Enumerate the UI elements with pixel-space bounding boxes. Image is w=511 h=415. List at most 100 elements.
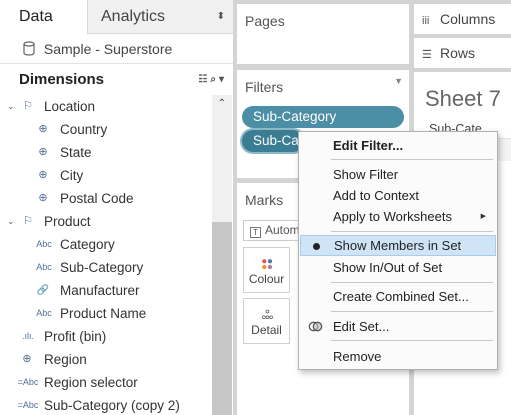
collapse-caret-icon[interactable]: ⌄ bbox=[7, 210, 15, 233]
tree-item-city[interactable]: ⊕ City bbox=[0, 164, 212, 187]
hierarchy-icon: ⚐ bbox=[23, 215, 33, 227]
colour-button[interactable]: Colour bbox=[243, 247, 290, 293]
hierarchy-icon: ⚐ bbox=[23, 100, 33, 112]
menu-item-apply-to-worksheets[interactable]: Apply to Worksheets ▶ bbox=[300, 206, 496, 227]
tree-item-sub-category[interactable]: Abc Sub-Category bbox=[0, 256, 212, 279]
mark-type-label: Autom bbox=[265, 223, 300, 237]
tree-item-label: Region bbox=[44, 352, 87, 367]
bin-icon: .ılı. bbox=[21, 331, 34, 341]
tree-item-region-selector[interactable]: =Abc Region selector bbox=[0, 371, 212, 394]
tree-item-product[interactable]: ⌄ ⚐ Product bbox=[0, 210, 212, 233]
chevron-down-icon[interactable]: ▾ bbox=[219, 74, 227, 85]
tree-item-label: Country bbox=[60, 122, 108, 137]
menu-item-create-combined-set[interactable]: Create Combined Set... bbox=[300, 286, 496, 307]
menu-item-show-members-in-set[interactable]: Show Members in Set bbox=[300, 235, 496, 256]
string-icon: Abc bbox=[36, 262, 52, 272]
menu-separator bbox=[331, 340, 493, 341]
datasource-name: Sample - Superstore bbox=[43, 41, 173, 57]
menu-separator bbox=[331, 231, 493, 232]
set-icon bbox=[308, 321, 323, 332]
globe-icon: ⊕ bbox=[38, 192, 48, 204]
tree-item-state[interactable]: ⊕ State bbox=[0, 141, 212, 164]
tree-item-label: Region selector bbox=[44, 375, 138, 390]
globe-icon: ⊕ bbox=[38, 169, 48, 181]
tree-item-country[interactable]: ⊕ Country bbox=[0, 118, 212, 141]
tree-item-location[interactable]: ⌄ ⚐ Location bbox=[0, 95, 212, 118]
tree-item-sub-category-copy-2[interactable]: =Abc Sub-Category (copy 2) bbox=[0, 394, 212, 415]
columns-icon: iii bbox=[422, 15, 430, 27]
group-icon: 🔗 bbox=[36, 285, 50, 296]
globe-icon: ⊕ bbox=[38, 146, 48, 158]
dimensions-title: Dimensions bbox=[19, 71, 105, 88]
rows-label: Rows bbox=[440, 45, 476, 61]
tree-item-label: Location bbox=[44, 99, 96, 114]
sheet-title: Sheet 7 bbox=[425, 86, 501, 111]
detail-icon bbox=[262, 309, 273, 320]
tree-item-product-name[interactable]: Abc Product Name bbox=[0, 302, 212, 325]
columns-shelf[interactable]: iii Columns bbox=[414, 4, 511, 34]
scroll-up-icon[interactable]: ⌃ bbox=[212, 95, 232, 113]
pages-title: Pages bbox=[245, 13, 285, 29]
menu-item-add-to-context[interactable]: Add to Context bbox=[300, 185, 496, 206]
tree-item-label: State bbox=[60, 145, 92, 160]
dimensions-header: Dimensions ☷⌕▾ bbox=[0, 68, 233, 92]
menu-item-remove[interactable]: Remove bbox=[300, 346, 496, 367]
tab-analytics-label: Analytics bbox=[101, 8, 166, 25]
filter-pill-sub-category-set[interactable]: Sub-Ca bbox=[242, 130, 304, 152]
tree-item-label: Category bbox=[60, 237, 115, 252]
tree-item-category[interactable]: Abc Category bbox=[0, 233, 212, 256]
radio-selected-icon bbox=[313, 243, 320, 250]
colour-label: Colour bbox=[248, 272, 285, 286]
context-menu: Edit Filter... Show Filter Add to Contex… bbox=[298, 131, 498, 370]
menu-item-edit-filter[interactable]: Edit Filter... bbox=[300, 135, 496, 156]
datasource-item[interactable]: Sample - Superstore bbox=[0, 34, 233, 64]
collapse-caret-icon[interactable]: ⌄ bbox=[7, 95, 15, 118]
tree-item-profit-bin[interactable]: .ılı. Profit (bin) bbox=[0, 325, 212, 348]
text-mark-icon: T bbox=[250, 227, 261, 238]
chevron-down-icon[interactable]: ▼ bbox=[394, 76, 403, 86]
view-list-icon[interactable]: ☷ bbox=[198, 74, 210, 85]
data-pane: Data Analytics ⬍ Sample - Superstore Dim… bbox=[0, 0, 233, 415]
string-icon: Abc bbox=[36, 308, 52, 318]
tab-analytics[interactable]: Analytics ⬍ bbox=[87, 0, 233, 34]
menu-item-edit-set[interactable]: Edit Set... bbox=[300, 316, 496, 337]
tab-data[interactable]: Data bbox=[0, 0, 87, 34]
search-icon[interactable]: ⌕ bbox=[210, 74, 219, 85]
columns-label: Columns bbox=[440, 11, 496, 27]
pages-card[interactable]: Pages bbox=[237, 4, 409, 64]
globe-icon: ⊕ bbox=[38, 123, 48, 135]
tree-item-label: City bbox=[60, 168, 84, 183]
menu-item-label: Show Members in Set bbox=[334, 238, 462, 253]
rows-icon: ☰ bbox=[422, 49, 432, 61]
globe-icon: ⊕ bbox=[22, 353, 32, 365]
tree-item-label: Sub-Category bbox=[60, 260, 144, 275]
submenu-arrow-icon: ▶ bbox=[480, 213, 486, 220]
scrollbar-thumb[interactable] bbox=[212, 222, 232, 415]
menu-item-show-filter[interactable]: Show Filter bbox=[300, 164, 496, 185]
menu-item-show-in-out-of-set[interactable]: Show In/Out of Set bbox=[300, 257, 496, 278]
tree-item-manufacturer[interactable]: 🔗 Manufacturer bbox=[0, 279, 212, 302]
rows-shelf[interactable]: ☰ Rows bbox=[414, 38, 511, 68]
menu-item-label: Edit Set... bbox=[333, 319, 390, 334]
tree-item-label: Product Name bbox=[60, 306, 147, 321]
tree-item-postal-code[interactable]: ⊕ Postal Code bbox=[0, 187, 212, 210]
colour-icon bbox=[262, 259, 273, 270]
tree-item-region[interactable]: ⊕ Region bbox=[0, 348, 212, 371]
tree-item-label: Product bbox=[44, 214, 91, 229]
filter-pill-sub-category[interactable]: Sub-Category bbox=[242, 106, 404, 128]
tree-item-label: Profit (bin) bbox=[44, 329, 107, 344]
detail-button[interactable]: Detail bbox=[243, 298, 290, 344]
calc-string-icon: =Abc bbox=[17, 400, 39, 410]
menu-separator bbox=[331, 159, 493, 160]
tree-item-label: Manufacturer bbox=[60, 283, 140, 298]
calc-string-icon: =Abc bbox=[17, 377, 39, 387]
string-icon: Abc bbox=[36, 239, 52, 249]
filters-title: Filters bbox=[245, 79, 284, 95]
updown-arrow-icon: ⬍ bbox=[216, 11, 225, 22]
tree-item-label: Postal Code bbox=[60, 191, 134, 206]
menu-separator bbox=[331, 282, 493, 283]
tree-item-label: Sub-Category (copy 2) bbox=[44, 398, 180, 413]
menu-item-label: Apply to Worksheets bbox=[333, 209, 452, 224]
sheet-cell bbox=[497, 139, 511, 161]
datasource-icon bbox=[23, 41, 35, 56]
